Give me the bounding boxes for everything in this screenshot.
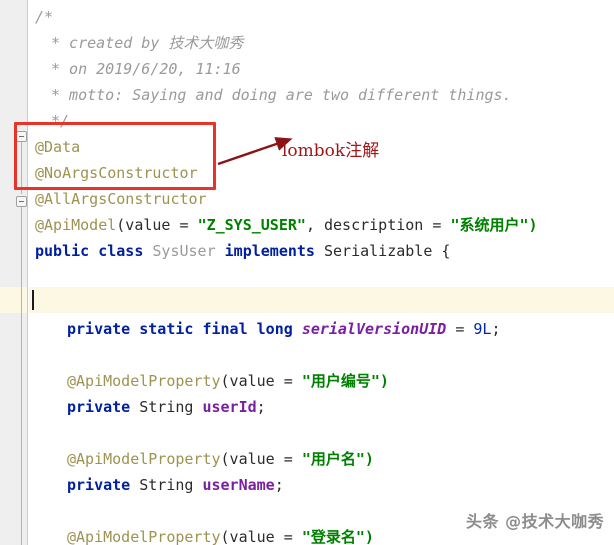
code-token: 用户编号 (310, 372, 371, 390)
code-line[interactable]: public class SysUser implements Serializ… (35, 238, 450, 264)
code-line[interactable]: * created by 技术大咖秀 (51, 30, 243, 56)
code-token: * on 2019/6/20, 11:16 (51, 60, 241, 78)
code-token: ") (355, 528, 374, 545)
code-line[interactable] (35, 498, 44, 524)
code-token: serialVersionUID (301, 320, 447, 338)
caret-line-highlight (29, 287, 614, 313)
code-token: , description = (305, 216, 451, 234)
code-line[interactable] (35, 290, 44, 316)
code-line[interactable]: @ApiModelProperty(value = "登录名") (67, 524, 374, 545)
text-caret (32, 290, 34, 310)
code-token: 登录名 (310, 528, 356, 545)
fold-marker-apimodel-annotation[interactable] (16, 196, 27, 207)
code-token: " (301, 450, 311, 468)
code-token: @ApiModelProperty (67, 372, 221, 390)
code-token: String (139, 398, 203, 416)
editor-gutter[interactable] (0, 0, 28, 545)
code-token: ; (274, 476, 284, 494)
code-token: Serializable { (324, 242, 451, 260)
annotation-red-box (14, 122, 216, 190)
code-line[interactable] (35, 264, 44, 290)
code-token: ") (519, 216, 538, 234)
code-line[interactable]: @ApiModelProperty(value = "用户编号") (67, 368, 389, 394)
code-token: @ApiModelProperty (67, 528, 221, 545)
code-editor-screenshot: /* * created by 技术大咖秀 * on 2019/6/20, 11:1… (0, 0, 614, 545)
code-token: = (446, 320, 474, 338)
code-token: private static final long (67, 320, 302, 338)
code-token: userName (202, 476, 275, 494)
code-token: 技术大咖秀 (168, 34, 244, 52)
code-line[interactable]: @ApiModel(value = "Z_SYS_USER", descript… (35, 212, 538, 238)
code-token: (value = (220, 372, 302, 390)
code-token: 9L (473, 320, 492, 338)
watermark: 头条 @技术大咖秀 (466, 512, 605, 531)
code-line[interactable]: /* (35, 4, 53, 30)
code-token: SysUser (152, 242, 225, 260)
code-token: private (67, 476, 140, 494)
code-line[interactable] (35, 342, 44, 368)
code-token: ; (256, 398, 266, 416)
code-token: "Z_SYS_USER" (197, 216, 306, 234)
code-line[interactable] (35, 420, 44, 446)
code-token: ") (370, 372, 389, 390)
fold-guide-line (21, 207, 22, 545)
code-token: ") (355, 450, 374, 468)
gutter-caret-line-band (0, 287, 27, 313)
code-token: userId (202, 398, 257, 416)
code-token: (value = (116, 216, 198, 234)
code-token: (value = (220, 528, 302, 545)
code-token: * motto: Saying and doing are two differ… (51, 86, 512, 104)
code-line[interactable]: private static final long serialVersionU… (67, 316, 501, 342)
code-line[interactable]: * on 2019/6/20, 11:16 (51, 56, 241, 82)
code-surface[interactable]: /* * created by 技术大咖秀 * on 2019/6/20, 11:1… (29, 0, 614, 545)
code-token: implements (224, 242, 324, 260)
code-token: String (139, 476, 203, 494)
code-token: ; (491, 320, 501, 338)
code-line[interactable]: @ApiModelProperty(value = "用户名") (67, 446, 374, 472)
code-token: " (301, 372, 311, 390)
code-token: 系统用户 (459, 216, 520, 234)
code-token: @ApiModelProperty (67, 450, 221, 468)
annotation-label: lombok注解 (282, 141, 380, 161)
code-line[interactable]: private String userId; (67, 394, 266, 420)
code-line[interactable]: private String userName; (67, 472, 284, 498)
code-token: @ApiModel (35, 216, 117, 234)
code-token: private (67, 398, 140, 416)
code-token: 用户名 (310, 450, 356, 468)
code-token: public class (35, 242, 153, 260)
code-line[interactable]: * motto: Saying and doing are two differ… (51, 82, 512, 108)
code-token: @AllArgsConstructor (35, 190, 207, 208)
code-token: /* (35, 8, 54, 26)
code-token: * created by (51, 34, 169, 52)
code-token: " (301, 528, 311, 545)
code-token: (value = (220, 450, 302, 468)
